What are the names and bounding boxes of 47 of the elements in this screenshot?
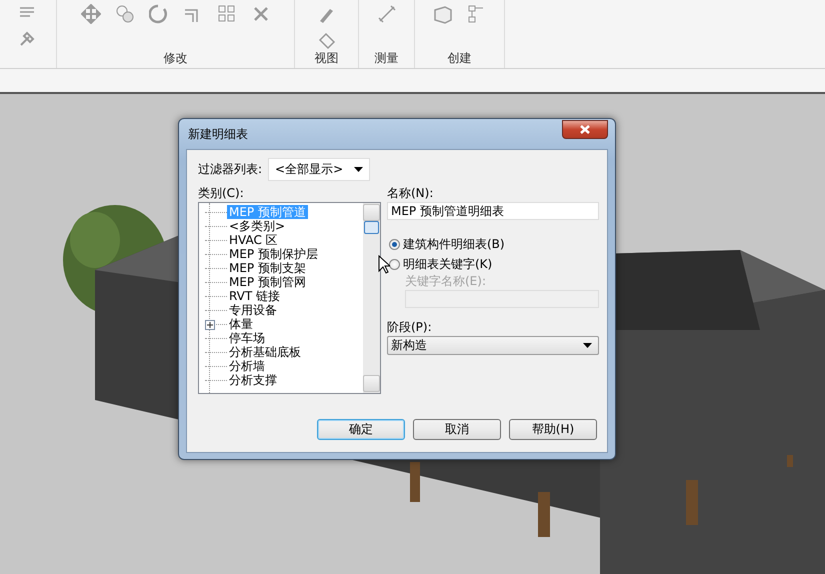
category-item[interactable]: RVT 链接 — [227, 289, 282, 303]
rotate-icon[interactable] — [148, 4, 168, 24]
scroll-thumb[interactable] — [364, 221, 379, 234]
category-item[interactable]: MEP 预制保护层 — [227, 247, 320, 261]
filter-dropdown[interactable]: <全部显示> — [268, 158, 370, 181]
panel-label: 视图 — [314, 51, 338, 65]
name-field[interactable]: MEP 预制管道明细表 — [387, 202, 599, 220]
dialog-button[interactable]: 帮助(H) — [509, 419, 597, 440]
panel-label: 测量 — [374, 51, 398, 65]
dialog-button[interactable]: 取消 — [413, 419, 501, 440]
dialog-title: 新建明细表 — [187, 126, 248, 142]
category-item[interactable]: 体量 — [227, 317, 255, 331]
scrollbar[interactable] — [363, 203, 380, 393]
phase-dropdown[interactable]: 新构造 — [387, 336, 599, 355]
name-label: 名称(N): — [387, 186, 434, 200]
scroll-down-button[interactable] — [363, 375, 380, 392]
panel-label: 创建 — [448, 51, 472, 65]
close-icon — [580, 125, 590, 134]
radio-button[interactable] — [389, 238, 400, 250]
category-item[interactable]: MEP 预制管网 — [227, 275, 308, 289]
category-item[interactable]: <多类别> — [227, 219, 288, 233]
caret-icon — [354, 167, 364, 172]
scroll-up-button[interactable] — [363, 204, 380, 221]
expand-icon[interactable] — [205, 320, 215, 330]
copy-icon[interactable] — [114, 4, 134, 24]
category-label: 类别(C): — [198, 186, 244, 200]
filter-label: 过滤器列表: — [198, 161, 262, 178]
measure-icon[interactable] — [376, 4, 396, 24]
key-name-label: 关键字名称(E): — [405, 274, 486, 288]
radio-button[interactable] — [389, 258, 400, 270]
category-item[interactable]: 分析墙 — [227, 359, 267, 373]
category-item[interactable]: 分析基础底板 — [227, 345, 303, 359]
category-item[interactable]: HVAC 区 — [227, 233, 280, 247]
category-item[interactable]: 分析支撑 — [227, 373, 279, 387]
radio-option[interactable]: 建筑构件明细表(B) — [387, 236, 507, 252]
array-icon[interactable] — [216, 4, 236, 24]
category-list[interactable]: MEP 预制管道 <多类别> HVAC 区 MEP 预制保护层 MEP 预制支架 MEP 预制管网 RVT 链接 专用设备 体量 停车场 分析基础底板 分析墙 分析支撑 — [198, 202, 381, 394]
panel-label: 修改 — [164, 51, 188, 65]
category-item[interactable]: 专用设备 — [227, 303, 279, 317]
mouse-pointer-icon — [378, 255, 390, 274]
close-button[interactable] — [562, 120, 608, 139]
caret-icon — [583, 343, 592, 348]
category-item[interactable]: 停车场 — [227, 331, 267, 345]
category-item[interactable]: MEP 预制支架 — [227, 261, 308, 275]
phase-label: 阶段(P): — [387, 320, 432, 334]
move-icon[interactable] — [80, 4, 100, 24]
dialog-button[interactable]: 确定 — [317, 419, 405, 440]
